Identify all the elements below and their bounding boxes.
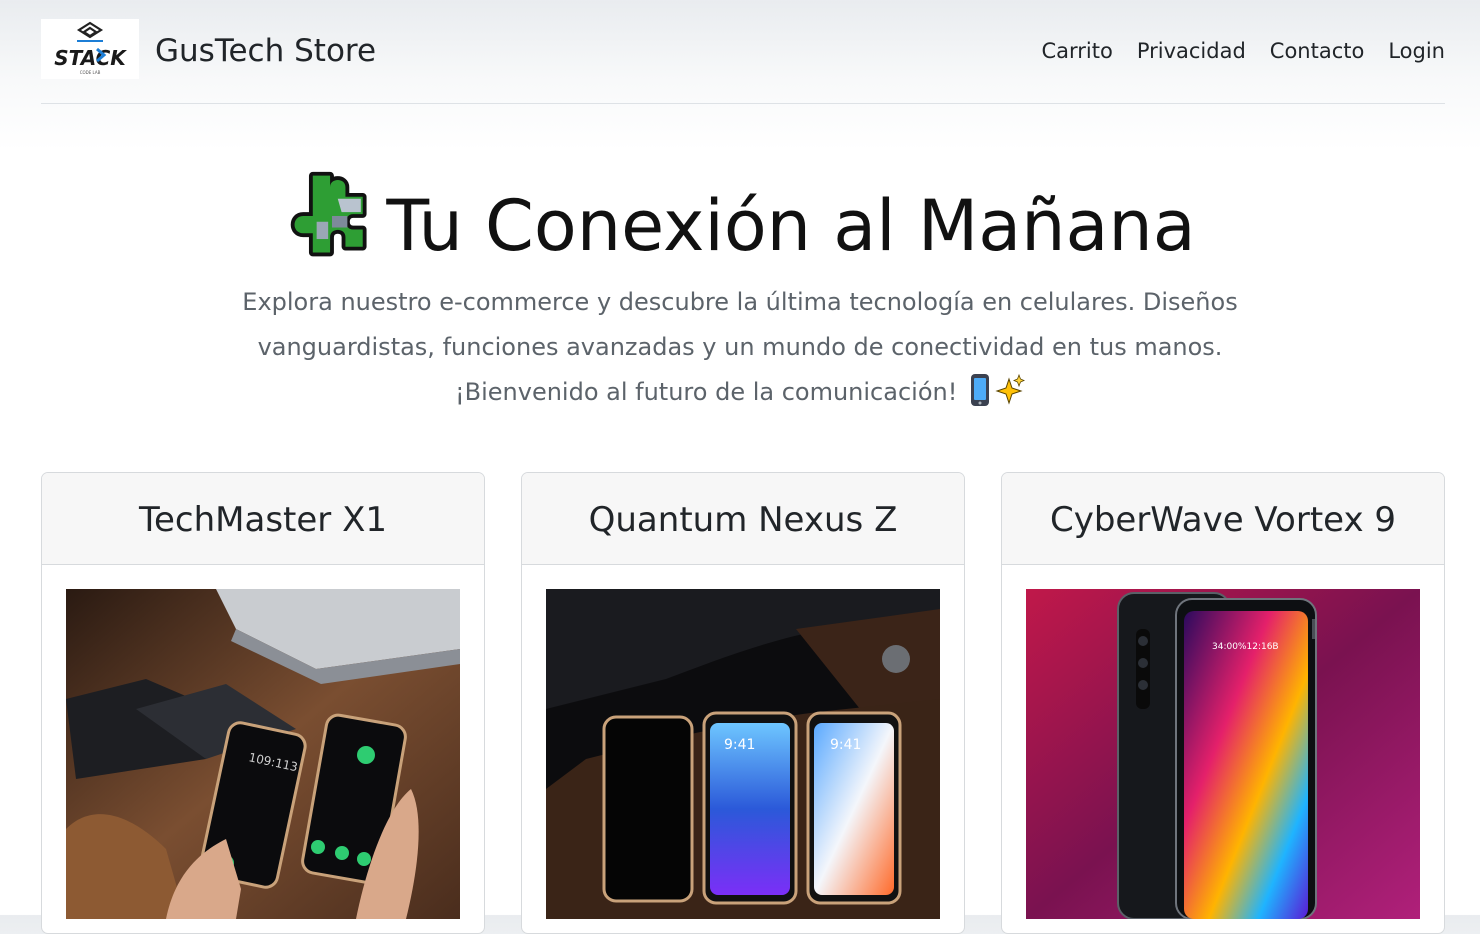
product-image-cyberwave[interactable]: 34:00%12:16B (1026, 589, 1420, 919)
product-title: Quantum Nexus Z (522, 473, 964, 565)
screen-time-text: 9:41 (724, 737, 755, 753)
site-header: STACK CODE LAB GusTech Store Carrito Pri… (41, 0, 1445, 104)
nav-privacidad[interactable]: Privacidad (1137, 36, 1246, 66)
product-card-techmaster[interactable]: TechMaster X1 109:113 (41, 472, 485, 934)
mobile-phone-icon (970, 374, 989, 406)
nav-carrito[interactable]: Carrito (1041, 36, 1112, 66)
logo-subtext: CODE LAB (80, 70, 101, 75)
product-image-techmaster[interactable]: 109:113 (66, 589, 460, 919)
stack-logo[interactable]: STACK CODE LAB (41, 19, 139, 79)
nav-contacto[interactable]: Contacto (1270, 36, 1365, 66)
product-card-cyberwave[interactable]: CyberWave Vortex 9 34:00%12:16B (1001, 472, 1445, 934)
hero-title-row: Tu Conexión al Mañana (0, 168, 1480, 277)
product-image-quantum[interactable]: 9:41 9:41 (546, 589, 940, 919)
product-title: CyberWave Vortex 9 (1002, 473, 1444, 565)
product-card-quantum[interactable]: Quantum Nexus Z 9:41 9:41 (521, 472, 965, 934)
product-title: TechMaster X1 (42, 473, 484, 565)
puzzle-piece-icon (291, 171, 367, 257)
main-nav: Carrito Privacidad Contacto Login (1041, 36, 1445, 66)
hero-lead: Explora nuestro e-commerce y descubre la… (242, 288, 1238, 406)
hero-lead-paragraph: Explora nuestro e-commerce y descubre la… (240, 280, 1240, 415)
hero-title: Tu Conexión al Mañana (386, 185, 1196, 267)
screen-time-text: 9:41 (830, 737, 861, 753)
sparkles-icon (995, 373, 1025, 405)
logo-text: STACK (54, 46, 127, 70)
nav-login[interactable]: Login (1388, 36, 1445, 66)
brand-link[interactable]: GusTech Store (155, 32, 376, 70)
screen-status-text: 34:00%12:16B (1212, 642, 1279, 652)
